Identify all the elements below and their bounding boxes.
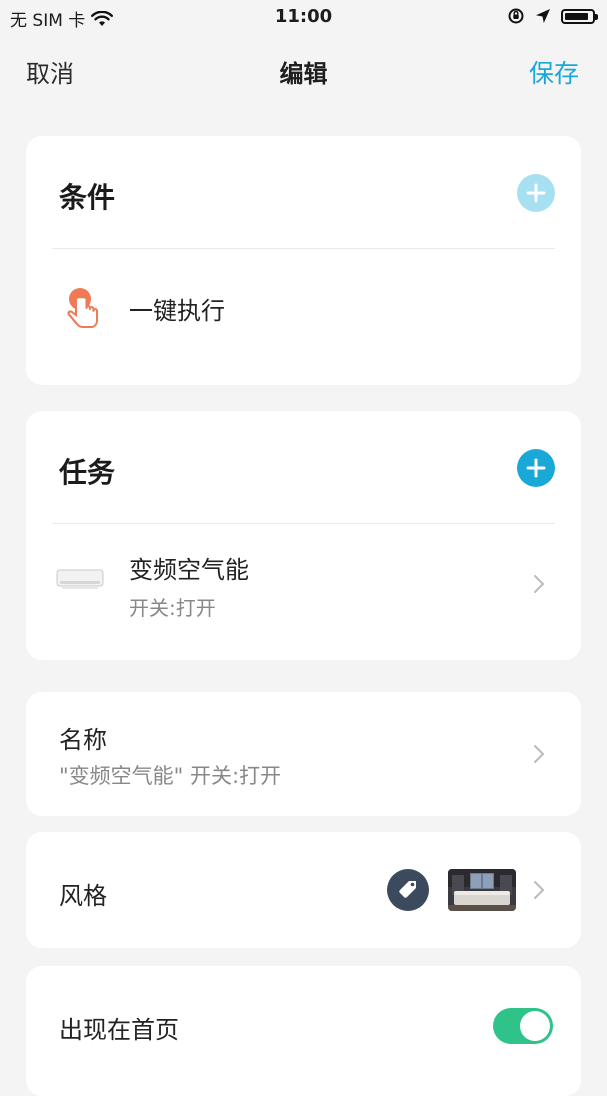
name-value: "变频空气能" 开关:打开 (59, 764, 282, 788)
chevron-right-icon (534, 881, 544, 899)
home-card: 出现在首页 (26, 966, 581, 1096)
tasks-card: 任务 变频空气能 开关:打开 (26, 411, 581, 660)
chevron-right-icon (534, 575, 544, 593)
home-label: 出现在首页 (59, 1016, 179, 1044)
page-title: 编辑 (279, 60, 328, 88)
show-on-home-toggle[interactable] (493, 1008, 553, 1044)
style-card[interactable]: 风格 (26, 832, 581, 948)
plus-icon (526, 458, 546, 478)
tap-hand-icon (67, 288, 98, 328)
save-button[interactable]: 保存 (529, 54, 579, 90)
name-label: 名称 (59, 726, 107, 754)
status-bar: 无 SIM 卡 11:00 (0, 0, 607, 36)
tag-icon (387, 869, 429, 911)
condition-label: 一键执行 (129, 297, 225, 325)
style-label: 风格 (59, 882, 107, 910)
device-action: 开关:打开 (129, 596, 216, 620)
orientation-lock-icon (508, 8, 524, 24)
nav-bar: 取消 编辑 保存 (0, 42, 607, 98)
tasks-title: 任务 (59, 456, 116, 489)
conditions-card: 条件 一键执行 (26, 136, 581, 385)
bedroom-scene-thumbnail (448, 869, 516, 911)
plus-icon (526, 183, 546, 203)
add-condition-button[interactable] (517, 174, 555, 212)
air-conditioner-icon (56, 569, 104, 589)
name-card[interactable]: 名称 "变频空气能" 开关:打开 (26, 692, 581, 816)
add-task-button[interactable] (517, 449, 555, 487)
condition-item[interactable]: 一键执行 (26, 249, 581, 369)
location-icon (536, 9, 550, 23)
status-right (507, 7, 598, 25)
chevron-right-icon (534, 745, 544, 763)
battery-icon (561, 8, 598, 24)
device-name: 变频空气能 (129, 556, 249, 584)
task-item[interactable]: 变频空气能 开关:打开 (26, 524, 581, 654)
toggle-knob (520, 1011, 550, 1041)
conditions-title: 条件 (59, 181, 116, 214)
